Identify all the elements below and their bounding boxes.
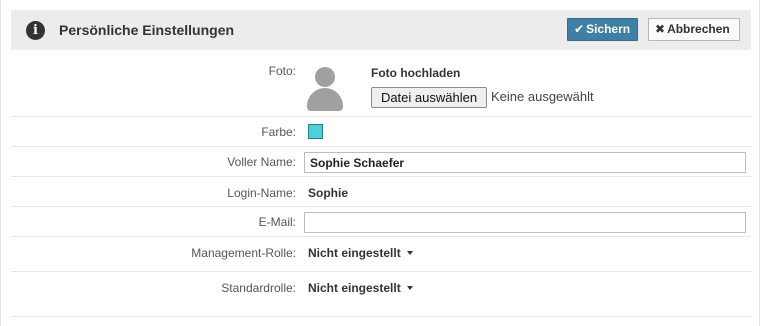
email-label: E-Mail:: [258, 215, 296, 229]
upload-photo-title: Foto hochladen: [371, 66, 461, 80]
user-avatar-icon: [305, 67, 345, 111]
page-title: Persönliche Einstellungen: [59, 22, 235, 38]
email-input[interactable]: [304, 212, 746, 233]
cancel-button[interactable]: ✖ Abbrechen: [648, 18, 740, 41]
personal-settings-panel: i Persönliche Einstellungen ✔ Sichern ✖ Ab…: [0, 0, 760, 326]
caret-down-icon: [406, 285, 413, 290]
info-icon: i: [26, 21, 45, 40]
avatar-head-shape: [315, 67, 335, 87]
panel-header: i Persönliche Einstellungen ✔ Sichern ✖ Ab…: [11, 10, 751, 50]
color-row: [11, 117, 751, 147]
photo-label: Foto:: [268, 64, 296, 78]
cancel-button-label: Abbrechen: [667, 22, 730, 36]
save-button-label: Sichern: [586, 22, 631, 36]
management-role-value: Nicht eingestellt: [308, 246, 401, 260]
default-role-label: Standardrolle:: [221, 281, 296, 295]
login-name-label: Login-Name:: [227, 186, 296, 200]
save-button[interactable]: ✔ Sichern: [567, 18, 638, 41]
color-label: Farbe:: [261, 125, 296, 139]
file-status-text: Keine ausgewählt: [491, 89, 594, 104]
color-swatch[interactable]: [308, 124, 323, 139]
default-role-value: Nicht eingestellt: [308, 281, 401, 295]
login-name-value: Sophie: [308, 186, 349, 200]
management-role-dropdown[interactable]: Nicht eingestellt: [308, 246, 413, 260]
avatar-body-shape: [307, 88, 343, 111]
login-name-row: [11, 177, 751, 207]
caret-down-icon: [406, 250, 413, 255]
management-role-label: Management-Rolle:: [191, 246, 296, 260]
full-name-input[interactable]: [304, 152, 746, 173]
check-icon: ✔: [574, 22, 585, 36]
close-icon: ✖: [655, 22, 666, 36]
choose-file-button[interactable]: Datei auswählen: [371, 87, 487, 108]
default-role-dropdown[interactable]: Nicht eingestellt: [308, 281, 413, 295]
full-name-label: Voller Name:: [227, 155, 296, 169]
